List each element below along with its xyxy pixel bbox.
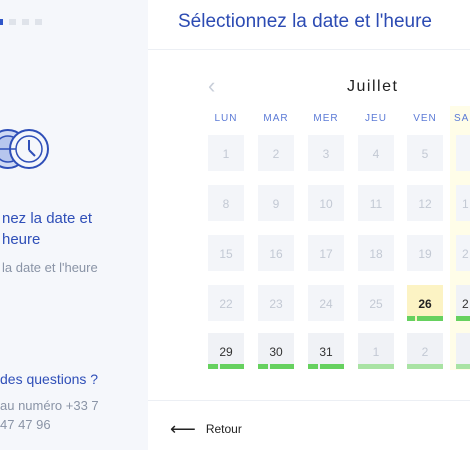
day-cell: 4 <box>358 135 394 171</box>
footer: ⟵ Retour <box>148 400 470 450</box>
day-cell: 19 <box>407 235 443 271</box>
day-cell-available[interactable]: 2 <box>456 285 470 321</box>
day-number: 26 <box>418 297 432 311</box>
day-cell-available[interactable]: 1 <box>358 333 394 369</box>
sidebar-title: nez la date et heure <box>2 210 93 248</box>
day-cell: 11 <box>358 185 394 221</box>
previous-month-button[interactable]: ‹ <box>208 75 228 99</box>
progress-step <box>35 19 42 25</box>
day-cell: 1 <box>456 185 470 221</box>
day-cell: 2 <box>258 135 294 171</box>
day-cell-available[interactable]: 31 <box>308 333 344 369</box>
day-number: 29 <box>219 345 233 359</box>
day-cell: 10 <box>308 185 344 221</box>
sidebar-subtitle: la date et l'heure <box>2 260 98 275</box>
calendar-clock-icon <box>0 124 52 179</box>
day-number: 30 <box>269 345 283 359</box>
sidebar-phone: au numéro +33 7 47 47 96 <box>0 398 99 432</box>
day-cell-available[interactable] <box>456 333 470 369</box>
header: Sélectionnez la date et l'heure <box>148 0 470 50</box>
day-number: 31 <box>319 345 333 359</box>
weekday-label: MER <box>313 113 339 124</box>
day-cell-available[interactable]: 30 <box>258 333 294 369</box>
back-button-label: Retour <box>205 422 242 436</box>
day-cell: 3 <box>308 135 344 171</box>
chevron-left-icon: ‹ <box>208 73 216 98</box>
arrow-left-icon: ⟵ <box>170 419 196 439</box>
availability-bar <box>456 316 470 321</box>
weekday-label: SA <box>454 113 470 124</box>
day-cell-available[interactable]: 29 <box>208 333 244 369</box>
availability-bar <box>308 364 344 369</box>
day-number: 1 <box>372 345 380 359</box>
day-cell-available[interactable]: 26 <box>407 285 443 321</box>
day-cell: 17 <box>308 235 344 271</box>
weekday-label: LUN <box>214 113 238 124</box>
availability-bar <box>456 364 470 369</box>
day-cell: 15 <box>208 235 244 271</box>
back-button[interactable]: ⟵ Retour <box>170 419 242 439</box>
day-cell: 18 <box>358 235 394 271</box>
availability-bar <box>407 316 443 321</box>
day-cell: 1 <box>208 135 244 171</box>
day-cell: 9 <box>258 185 294 221</box>
day-cell: 22 <box>208 285 244 321</box>
progress-step <box>22 19 29 25</box>
day-cell: 24 <box>308 285 344 321</box>
day-cell: 23 <box>258 285 294 321</box>
day-number: 2 <box>421 345 429 359</box>
weekday-label: MAR <box>263 113 289 124</box>
main-panel: Sélectionnez la date et l'heure ‹ Juille… <box>148 0 470 450</box>
day-cell: 25 <box>358 285 394 321</box>
availability-bar <box>258 364 294 369</box>
availability-bar <box>208 364 244 369</box>
day-cell <box>456 135 470 171</box>
day-cell: 5 <box>407 135 443 171</box>
sidebar: nez la date et heure la date et l'heure … <box>0 0 148 450</box>
month-label: Juillet <box>347 78 399 95</box>
day-cell: 16 <box>258 235 294 271</box>
day-number: 2 <box>462 297 469 311</box>
availability-bar <box>358 364 394 369</box>
page-title: Sélectionnez la date et l'heure <box>178 11 432 32</box>
progress-step-active <box>0 19 3 25</box>
day-cell-available[interactable]: 2 <box>407 333 443 369</box>
progress-step <box>9 19 16 25</box>
day-cell: 8 <box>208 185 244 221</box>
day-cell: 12 <box>407 185 443 221</box>
progress-steps <box>0 19 42 25</box>
sidebar-questions: des questions ? <box>0 371 99 387</box>
day-cell: 2 <box>456 235 470 271</box>
weekday-label: JEU <box>365 113 387 124</box>
weekday-label: VEN <box>413 113 437 124</box>
availability-bar <box>407 364 443 369</box>
